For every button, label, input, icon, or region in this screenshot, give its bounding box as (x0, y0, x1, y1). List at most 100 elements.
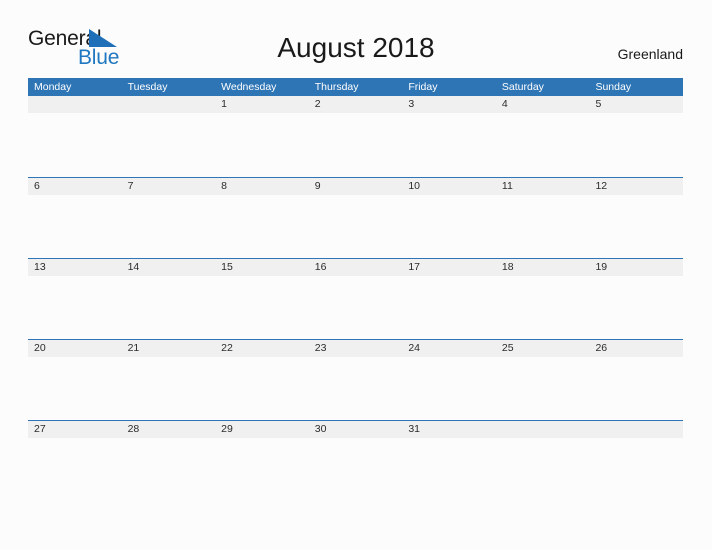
day-note-area[interactable] (309, 195, 403, 258)
day-number: 30 (308, 421, 403, 438)
day-number: 23 (308, 340, 403, 357)
day-number: 1 (215, 96, 309, 113)
day-note-area[interactable] (215, 357, 309, 420)
day-number: 28 (121, 421, 216, 438)
day-cell[interactable]: 15 (215, 259, 309, 339)
page-header: General Blue August 2018 Greenland (0, 0, 712, 78)
weekday-header-saturday: Saturday (501, 81, 544, 93)
day-number: 22 (215, 340, 309, 357)
locale-label: Greenland (617, 46, 683, 62)
day-note-area[interactable] (496, 195, 590, 258)
day-cell[interactable]: 11 (495, 178, 590, 258)
day-note-area[interactable] (589, 438, 683, 445)
day-number: 29 (215, 421, 309, 438)
day-cell[interactable] (495, 421, 590, 445)
day-note-area[interactable] (496, 113, 590, 176)
day-cell[interactable]: 20 (28, 340, 122, 420)
day-cell[interactable]: 18 (495, 259, 590, 339)
day-note-area[interactable] (309, 113, 403, 176)
day-number: 8 (215, 178, 309, 195)
day-note-area[interactable] (496, 438, 590, 445)
day-note-area[interactable] (589, 357, 683, 420)
day-number (28, 96, 122, 113)
day-cell[interactable] (28, 96, 122, 177)
day-number: 31 (402, 421, 496, 438)
weekday-header-monday: Monday (34, 81, 72, 93)
day-note-area[interactable] (122, 276, 216, 339)
day-number: 9 (308, 178, 403, 195)
day-cell[interactable]: 14 (121, 259, 216, 339)
day-cell[interactable]: 25 (495, 340, 590, 420)
day-note-area[interactable] (496, 276, 590, 339)
day-note-area[interactable] (215, 438, 309, 445)
day-note-area[interactable] (28, 438, 122, 445)
day-number: 7 (121, 178, 216, 195)
day-cell[interactable]: 13 (28, 259, 122, 339)
day-note-area[interactable] (589, 195, 683, 258)
day-number: 3 (402, 96, 496, 113)
day-note-area[interactable] (215, 195, 309, 258)
day-cell[interactable]: 6 (28, 178, 122, 258)
day-number: 13 (28, 259, 122, 276)
day-cell[interactable]: 8 (215, 178, 309, 258)
day-number: 27 (28, 421, 122, 438)
day-note-area[interactable] (28, 113, 122, 176)
day-number: 5 (589, 96, 684, 113)
day-cell[interactable]: 1 (215, 96, 309, 177)
day-note-area[interactable] (402, 357, 496, 420)
day-cell[interactable]: 30 (308, 421, 403, 445)
day-number: 11 (495, 178, 590, 195)
day-note-area[interactable] (402, 113, 496, 176)
day-note-area[interactable] (28, 195, 122, 258)
day-cell[interactable]: 24 (402, 340, 496, 420)
day-note-area[interactable] (496, 357, 590, 420)
day-cell[interactable]: 9 (308, 178, 403, 258)
day-note-area[interactable] (122, 438, 216, 445)
day-cell[interactable]: 29 (215, 421, 309, 445)
day-cell[interactable]: 4 (495, 96, 590, 177)
day-note-area[interactable] (122, 195, 216, 258)
day-cell[interactable]: 3 (402, 96, 496, 177)
day-cell[interactable] (589, 421, 684, 445)
day-note-area[interactable] (215, 276, 309, 339)
day-note-area[interactable] (309, 438, 403, 445)
day-note-area[interactable] (122, 113, 216, 176)
day-cell[interactable]: 22 (215, 340, 309, 420)
week-row: 6 7 8 9 10 11 12 (28, 177, 684, 258)
day-cell[interactable] (121, 96, 216, 177)
day-cell[interactable]: 5 (589, 96, 684, 177)
day-note-area[interactable] (402, 438, 496, 445)
day-cell[interactable]: 21 (121, 340, 216, 420)
day-note-area[interactable] (28, 357, 122, 420)
day-note-area[interactable] (215, 113, 309, 176)
day-number (589, 421, 684, 438)
day-note-area[interactable] (122, 357, 216, 420)
day-number: 19 (589, 259, 684, 276)
day-note-area[interactable] (402, 276, 496, 339)
day-note-area[interactable] (309, 357, 403, 420)
day-cell[interactable]: 16 (308, 259, 403, 339)
day-number: 14 (121, 259, 216, 276)
day-cell[interactable]: 19 (589, 259, 684, 339)
day-note-area[interactable] (589, 113, 683, 176)
day-cell[interactable]: 23 (308, 340, 403, 420)
day-cell[interactable]: 26 (589, 340, 684, 420)
day-cell[interactable]: 7 (121, 178, 216, 258)
day-number: 4 (495, 96, 590, 113)
weekday-header-sunday: Sunday (595, 81, 632, 93)
day-note-area[interactable] (28, 276, 122, 339)
day-cell[interactable]: 12 (589, 178, 684, 258)
day-cell[interactable]: 17 (402, 259, 496, 339)
day-cell[interactable]: 27 (28, 421, 122, 445)
day-number: 2 (308, 96, 403, 113)
day-note-area[interactable] (309, 276, 403, 339)
weekday-header-tuesday: Tuesday (127, 81, 168, 93)
day-cell[interactable]: 2 (308, 96, 403, 177)
day-number (495, 421, 590, 438)
day-note-area[interactable] (589, 276, 683, 339)
day-number: 17 (402, 259, 496, 276)
day-note-area[interactable] (402, 195, 496, 258)
day-cell[interactable]: 10 (402, 178, 496, 258)
day-cell[interactable]: 28 (121, 421, 216, 445)
day-cell[interactable]: 31 (402, 421, 496, 445)
